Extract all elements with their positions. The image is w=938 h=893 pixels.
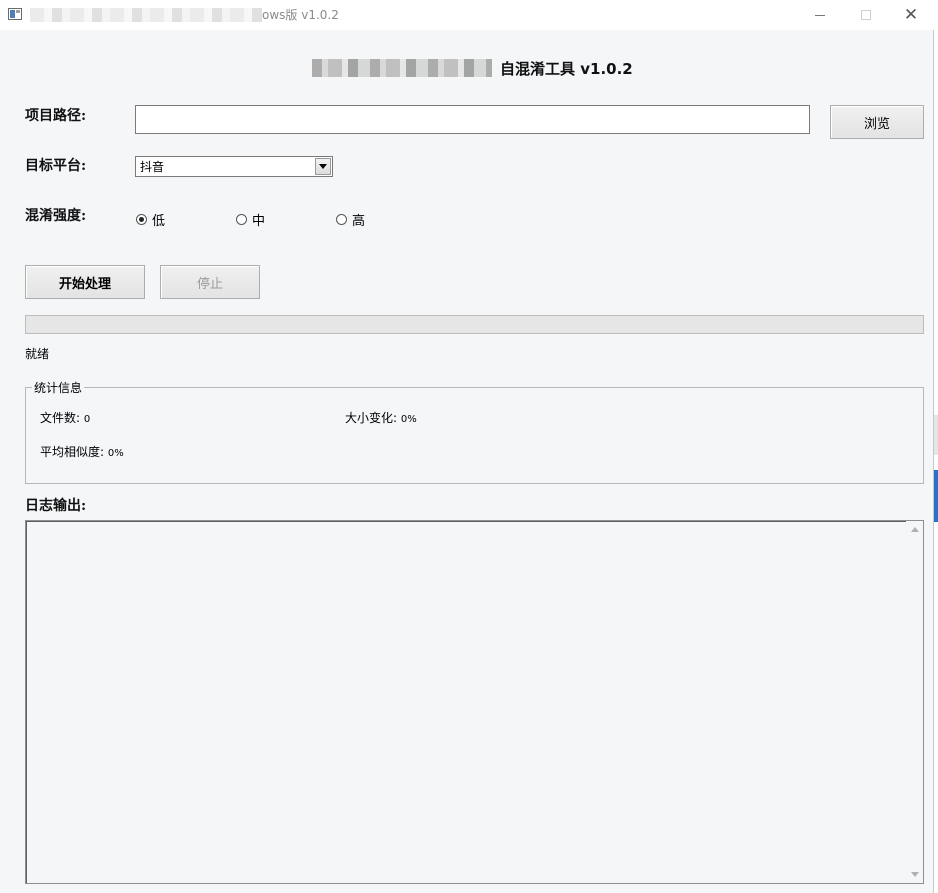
chevron-down-icon: [319, 164, 327, 169]
window-title: ows版 v1.0.2: [262, 8, 339, 22]
app-window: ows版 v1.0.2 ✕ 自混淆工具 v1.0.2 项目路径: 浏览 目标平台…: [0, 0, 934, 893]
log-output-textarea[interactable]: [25, 520, 924, 884]
scroll-down-icon[interactable]: [911, 872, 919, 877]
close-button[interactable]: ✕: [888, 0, 934, 30]
project-path-label: 项目路径:: [25, 108, 87, 124]
size-change-label: 大小变化:: [345, 411, 398, 425]
dropdown-arrow-button[interactable]: [315, 158, 331, 175]
size-change-value: 0%: [400, 414, 417, 425]
size-change-stat: 大小变化: 0%: [345, 409, 417, 426]
target-platform-label: 目标平台:: [25, 158, 87, 174]
maximize-icon: [861, 10, 871, 20]
status-text: 就绪: [25, 347, 50, 361]
strength-radio-label: 低: [152, 214, 166, 229]
radio-checked-icon: [136, 214, 147, 225]
statistics-group: 统计信息 文件数: 0 大小变化: 0% 平均相似度: 0%: [25, 379, 924, 484]
statistics-group-title: 统计信息: [32, 379, 85, 396]
redacted-title-region: [30, 8, 262, 22]
avg-similarity-value: 0%: [107, 448, 124, 459]
radio-unchecked-icon: [236, 214, 247, 225]
avg-similarity-stat: 平均相似度: 0%: [40, 443, 124, 460]
strength-radio-label: 中: [252, 214, 266, 229]
background-window-accent: [934, 470, 938, 522]
title-bar[interactable]: ows版 v1.0.2 ✕: [0, 0, 934, 30]
obfuscation-strength-label: 混淆强度:: [25, 208, 87, 224]
project-path-input[interactable]: [135, 105, 810, 134]
minimize-button[interactable]: [797, 0, 843, 30]
file-count-stat: 文件数: 0: [40, 409, 90, 426]
browse-button[interactable]: 浏览: [830, 105, 924, 139]
close-icon: ✕: [903, 4, 919, 25]
avg-similarity-label: 平均相似度:: [40, 445, 105, 459]
strength-radio-label: 高: [352, 214, 366, 229]
background-window-edge: [934, 415, 938, 455]
start-processing-button[interactable]: 开始处理: [25, 265, 145, 299]
stop-button[interactable]: 停止: [160, 265, 260, 299]
progress-bar: [25, 315, 924, 334]
minimize-icon: [815, 14, 825, 16]
page-title-text: 自混淆工具 v1.0.2: [500, 59, 633, 78]
page-title: 自混淆工具 v1.0.2: [312, 57, 633, 79]
radio-unchecked-icon: [336, 214, 347, 225]
log-output-label: 日志输出:: [25, 498, 87, 514]
target-platform-value: 抖音: [140, 160, 165, 174]
file-count-label: 文件数:: [40, 411, 81, 425]
file-count-value: 0: [83, 414, 91, 425]
log-scrollbar[interactable]: [906, 521, 923, 883]
strength-radio-low[interactable]: 低: [136, 210, 165, 229]
redacted-heading-region: [312, 59, 492, 77]
scroll-up-icon[interactable]: [911, 527, 919, 532]
maximize-button[interactable]: [843, 0, 889, 30]
strength-radio-high[interactable]: 高: [336, 210, 365, 229]
strength-radio-medium[interactable]: 中: [236, 210, 265, 229]
target-platform-select[interactable]: 抖音: [135, 156, 333, 177]
app-window-icon: [8, 8, 22, 20]
